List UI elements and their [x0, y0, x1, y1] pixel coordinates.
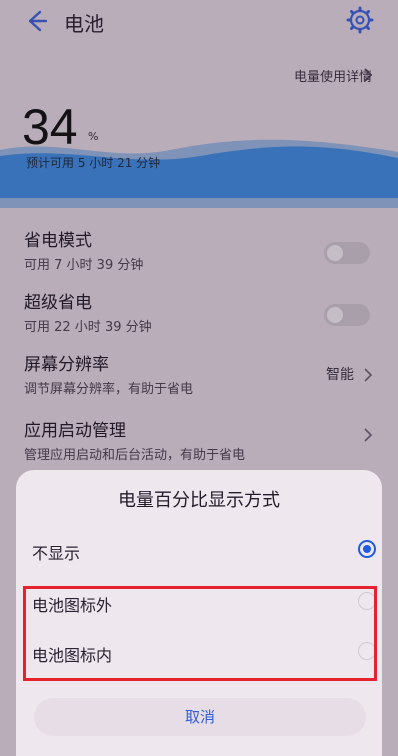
radio-selected-icon[interactable]: [358, 540, 376, 558]
annotation-highlight-box: [23, 586, 377, 681]
option-hidden[interactable]: 不显示: [32, 526, 382, 576]
option-label: 不显示: [32, 544, 81, 563]
cancel-button[interactable]: 取消: [34, 698, 366, 736]
dialog-title: 电量百分比显示方式: [118, 490, 280, 511]
